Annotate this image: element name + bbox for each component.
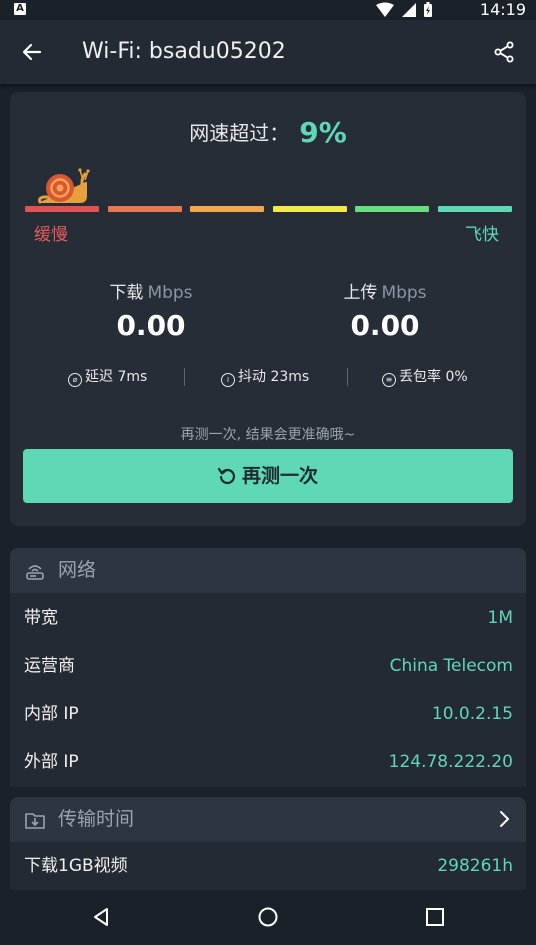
latency-icon: ⌀ [68,373,82,387]
chevron-right-icon [500,811,509,827]
app-bar: Wi-Fi: bsadu05202 [0,20,536,84]
nav-back-icon[interactable] [90,906,112,928]
app-notification-icon: A [14,3,26,15]
transfer-section-header[interactable]: 传输时间 [10,797,526,842]
retest-label: 再测一次 [241,465,318,487]
row-value: China Telecom [389,656,513,676]
signal-icon [402,3,416,17]
latency-metric: ⌀ 延迟 7ms [68,366,147,388]
list-item: 带宽 1M [10,594,526,642]
clock: 14:19 [479,0,526,19]
upload-speed: 上传 Mbps 0.00 [285,278,485,342]
nav-home-icon[interactable] [257,906,279,928]
back-arrow-icon[interactable] [20,40,44,64]
packet-loss-metric: ≡ 丢包率 0% [382,366,468,388]
jitter-metric: ≀ 抖动 23ms [221,366,309,388]
speed-percentile: 网速超过： 9% [0,116,536,149]
scale-fast-label: 飞快 [465,225,499,245]
percentile-value: 9% [299,116,347,149]
list-item: 下载1GB视频 298261h [10,842,526,890]
list-item: 运营商 China Telecom [10,642,526,690]
packet-loss-icon: ≡ [382,373,396,387]
packet-loss-text: 丢包率 0% [399,369,468,385]
scale-slow-label: 缓慢 [34,225,68,245]
list-item: 内部 IP 10.0.2.15 [10,690,526,738]
share-icon[interactable] [492,40,516,64]
download-label: 下载 [109,283,144,303]
system-nav-bar [0,890,536,945]
jitter-text: 抖动 23ms [238,369,310,385]
row-value: 124.78.222.20 [388,752,513,772]
row-value: 1M [487,608,513,628]
upload-value: 0.00 [350,309,420,342]
speed-scale-segment [272,206,347,212]
status-icons [376,2,432,17]
status-bar: A 14:19 [0,0,536,20]
upload-unit: Mbps [381,283,427,303]
upload-label: 上传 [343,283,378,303]
jitter-icon: ≀ [221,373,235,387]
network-section-title: 网络 [58,559,97,581]
download-value: 0.00 [116,309,186,342]
row-key: 带宽 [24,608,58,628]
speed-scale-segment [190,206,264,212]
row-key: 下载1GB视频 [24,856,128,876]
speed-scale-segment [355,206,429,212]
snail-icon [38,168,90,204]
wifi-icon [376,2,394,17]
download-speed: 下载 Mbps 0.00 [51,278,251,342]
speed-scale-segment [25,206,99,212]
row-key: 外部 IP [24,752,79,772]
row-value: 10.0.2.15 [431,704,513,724]
network-section-header: 网络 [10,548,526,593]
nav-recents-icon[interactable] [424,906,446,928]
download-unit: Mbps [147,283,193,303]
page-title: Wi-Fi: bsadu05202 [82,39,286,64]
speed-scale-segment [107,206,182,212]
divider [347,368,348,386]
router-icon [26,565,44,580]
row-key: 运营商 [24,656,75,676]
network-section: 带宽 1M 运营商 China Telecom 内部 IP 10.0.2.15 … [10,593,526,787]
download-folder-icon [25,813,45,829]
latency-text: 延迟 7ms [85,369,148,385]
divider [184,368,185,386]
row-key: 内部 IP [24,704,79,724]
speed-scale-segment [437,206,512,212]
retest-hint: 再测一次, 结果会更准确哦~ [180,427,356,443]
row-value: 298261h [437,856,513,876]
quality-metrics: ⌀ 延迟 7ms ≀ 抖动 23ms ≡ 丢包率 0% [0,366,536,388]
transfer-section-title: 传输时间 [58,808,135,830]
refresh-icon [217,467,236,485]
transfer-section: 下载1GB视频 298261h [10,842,526,890]
percentile-label: 网速超过： [189,121,290,145]
list-item: 外部 IP 124.78.222.20 [10,738,526,786]
retest-button[interactable]: 再测一次 [23,449,513,503]
